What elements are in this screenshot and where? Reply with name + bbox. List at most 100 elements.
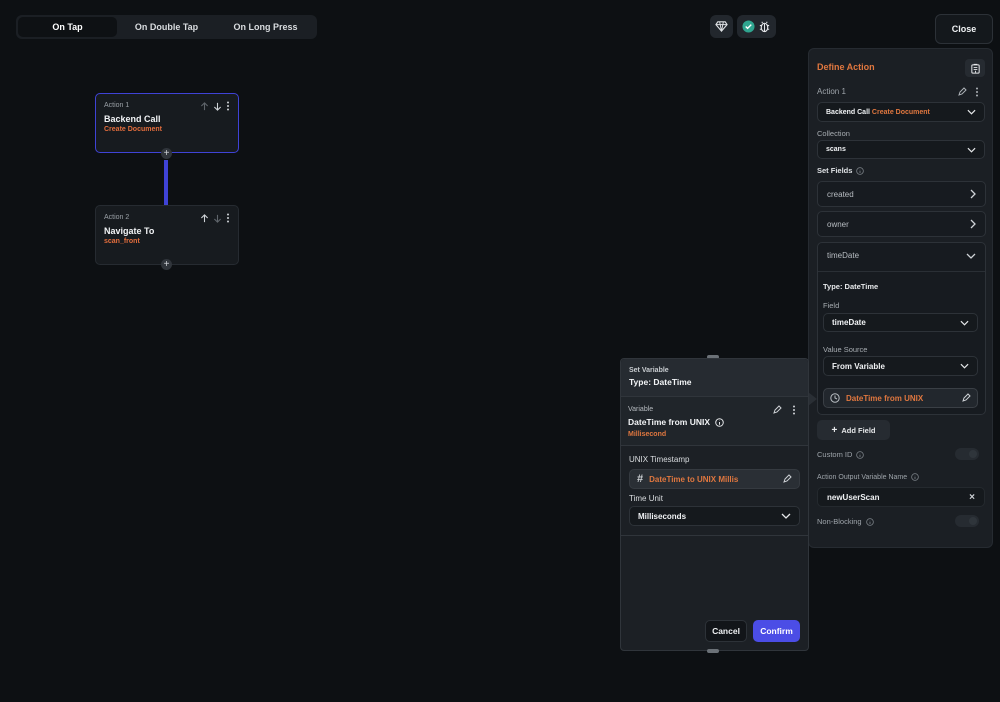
variable-sub: Millisecond	[628, 431, 667, 438]
variable-name: DateTime from UNIX	[628, 417, 711, 427]
clipboard-icon	[970, 63, 980, 74]
variable-chip-text: DateTime from UNIX	[846, 393, 924, 403]
info-icon	[856, 166, 865, 175]
field-name: created	[827, 189, 854, 199]
time-unit-label: Time Unit	[629, 494, 663, 503]
tab-on-double-tap[interactable]: On Double Tap	[117, 17, 216, 37]
clock-icon	[830, 393, 840, 403]
hash-icon: #	[637, 473, 644, 485]
unix-value: DateTime to UNIX Millis	[649, 474, 739, 484]
action-label: Action 1	[817, 87, 846, 96]
value-source-select[interactable]: From Variable	[823, 356, 978, 376]
time-unit-select[interactable]: Milliseconds	[629, 506, 800, 526]
edit-icon[interactable]	[772, 405, 782, 415]
field-row-timedate-header[interactable]: timeDate	[827, 251, 976, 260]
gem-icon	[715, 21, 728, 32]
variable-section: Variable DateTime from UNIX Millisecond	[621, 396, 808, 446]
arrow-up-icon[interactable]	[200, 213, 209, 223]
field-name: timeDate	[827, 251, 860, 260]
arrow-down-icon[interactable]	[213, 214, 222, 223]
collection-label: Collection	[817, 129, 850, 138]
close-button[interactable]: Close	[935, 14, 993, 44]
action-title: Backend Call	[104, 114, 161, 124]
field-label: Field	[823, 301, 840, 310]
non-blocking-label-row: Non-Blocking	[817, 517, 874, 526]
custom-id-label: Custom ID	[817, 450, 853, 459]
info-icon	[715, 417, 724, 427]
tab-on-long-press[interactable]: On Long Press	[216, 17, 315, 37]
action-subtitle: Create Document	[104, 126, 162, 133]
more-vertical-icon[interactable]	[792, 405, 796, 415]
more-vertical-icon[interactable]	[226, 101, 230, 111]
chevron-down-icon	[960, 320, 969, 326]
edit-icon[interactable]	[957, 87, 967, 97]
field-select-value: timeDate	[832, 318, 866, 327]
confirm-button[interactable]: Confirm	[753, 620, 800, 642]
add-action-below-2-icon[interactable]: +	[161, 259, 172, 270]
value-source-label: Value Source	[823, 345, 868, 354]
field-row-owner[interactable]: owner	[817, 211, 986, 237]
divider	[818, 271, 985, 272]
edit-icon[interactable]	[961, 393, 971, 403]
action-title: Navigate To	[104, 226, 155, 236]
plus-icon: +	[831, 424, 838, 436]
action-subtype-text: Create Document	[871, 108, 930, 116]
cancel-button[interactable]: Cancel	[705, 620, 747, 642]
add-field-label: Add Field	[841, 425, 876, 435]
chevron-down-icon	[967, 109, 976, 115]
unix-value-chip[interactable]: # DateTime to UNIX Millis	[629, 469, 800, 489]
chevron-down-icon	[966, 253, 976, 259]
time-unit-value: Milliseconds	[638, 511, 687, 521]
value-source-value: From Variable	[832, 361, 885, 371]
action-card-1[interactable]: Action 1 Backend Call Create Document	[95, 93, 239, 153]
gem-icon-button[interactable]	[710, 15, 733, 38]
tab-on-tap[interactable]: On Tap	[18, 17, 117, 37]
divider	[621, 535, 808, 536]
trigger-tabs: On Tap On Double Tap On Long Press	[16, 15, 317, 39]
bug-icon[interactable]	[758, 20, 771, 33]
chevron-down-icon	[967, 147, 976, 153]
chevron-right-icon	[970, 189, 976, 199]
variable-chip[interactable]: DateTime from UNIX	[823, 388, 978, 408]
popup-pointer	[808, 392, 817, 406]
output-var-label: Action Output Variable Name	[817, 473, 908, 481]
unix-label: UNIX Timestamp	[629, 455, 690, 464]
variable-name-row: DateTime from UNIX	[628, 417, 724, 427]
action-subtitle: scan_front	[104, 238, 140, 245]
action-type-select[interactable]: Backend Call Create Document	[817, 102, 985, 122]
more-vertical-icon[interactable]	[975, 87, 979, 97]
info-icon	[911, 473, 919, 481]
set-fields-label: Set Fields	[817, 166, 853, 175]
chevron-right-icon	[970, 219, 976, 229]
arrow-up-icon[interactable]	[200, 101, 209, 111]
popup-header: Set Variable Type: DateTime	[621, 359, 808, 396]
chevron-down-icon	[960, 363, 969, 369]
variable-label: Variable	[628, 406, 654, 413]
type-label: Type: DateTime	[823, 282, 879, 291]
output-var-input[interactable]: newUserScan ×	[817, 487, 985, 507]
field-select[interactable]: timeDate	[823, 313, 978, 332]
output-var-label-row: Action Output Variable Name	[817, 473, 919, 481]
arrow-down-icon[interactable]	[213, 102, 222, 111]
custom-id-toggle[interactable]	[955, 448, 979, 460]
field-name: owner	[827, 219, 849, 229]
add-action-below-1-icon[interactable]: +	[161, 148, 172, 159]
copy-action-button[interactable]	[965, 59, 985, 77]
set-fields-header: Set Fields	[817, 166, 865, 175]
action-card-2[interactable]: Action 2 Navigate To scan_front	[95, 205, 239, 265]
resize-handle-bottom[interactable]	[707, 649, 719, 653]
more-vertical-icon[interactable]	[226, 213, 230, 223]
collection-select[interactable]: scans	[817, 140, 985, 159]
info-icon	[856, 450, 865, 459]
add-field-button[interactable]: + Add Field	[817, 420, 890, 440]
clear-icon[interactable]: ×	[969, 492, 975, 503]
check-status-icon[interactable]	[742, 20, 755, 33]
validation-group	[737, 15, 776, 38]
non-blocking-toggle[interactable]	[955, 515, 979, 527]
type-title: Type: DateTime	[629, 377, 692, 387]
chevron-down-icon	[781, 513, 791, 519]
set-variable-label: Set Variable	[629, 367, 669, 374]
edit-icon[interactable]	[782, 474, 792, 484]
field-row-created[interactable]: created	[817, 181, 986, 207]
action-type-text: Backend Call	[826, 108, 870, 116]
